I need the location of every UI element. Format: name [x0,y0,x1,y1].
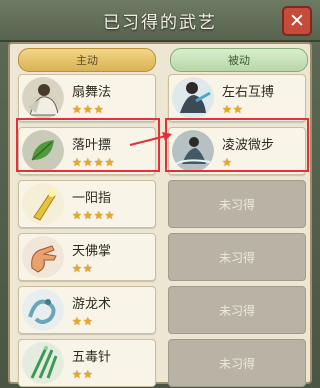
star-icon: ★ [72,262,82,275]
dual-fighter-icon [172,77,214,119]
star-icon: ★ [104,209,115,222]
dragon-icon [22,289,64,331]
skill-name: 一阳指 [72,191,112,206]
tab-active[interactable]: 主动 [18,48,156,72]
close-icon: ✕ [289,9,305,32]
star-icon: ★ [72,156,82,169]
passive-skill-card[interactable]: 凌波微步 ★ [168,127,306,175]
passive-skills-column: 被动 [170,48,308,72]
star-icon: ★ [222,156,232,169]
skill-info: 天佛掌 ★ ★ [72,240,111,274]
golden-finger-icon [22,183,64,225]
skill-info: 一阳指 ★ ★ ★ ★ [72,187,115,221]
star-rating: ★ ★ [72,263,111,274]
poison-needle-icon [22,342,64,384]
leaf-icon [22,130,64,172]
star-icon: ★ [104,156,115,169]
star-rating: ★ ★ [72,316,111,327]
star-rating: ★ ★ ★ ★ [72,210,115,221]
active-skills-column: 主动 [18,48,156,72]
skill-name: 凌波微步 [222,138,275,153]
active-skill-card[interactable]: 天佛掌 ★ ★ [18,233,156,281]
passive-slot-empty: 未习得 [168,286,306,334]
active-skill-card[interactable]: 一阳指 ★ ★ ★ ★ [18,180,156,228]
light-step-icon [172,130,214,172]
skill-name: 落叶摽 [72,138,112,153]
passive-skill-card[interactable]: 左右互搏 ★ ★ [168,74,306,122]
star-icon: ★ [72,103,82,116]
skill-name: 扇舞法 [72,85,112,100]
passive-slot-empty: 未习得 [168,233,306,281]
empty-slot-label: 未习得 [218,356,255,371]
star-rating: ★ ★ [72,369,111,380]
panel-title: 已习得的武艺 [103,12,217,33]
skill-info: 左右互搏 ★ ★ [222,81,274,115]
star-icon: ★ [222,103,232,116]
tab-passive[interactable]: 被动 [170,48,308,72]
skill-info: 凌波微步 ★ [222,134,274,168]
skill-info: 游龙术 ★ ★ [72,293,111,327]
star-icon: ★ [93,156,104,169]
palm-icon [22,236,64,278]
star-icon: ★ [82,156,93,169]
star-icon: ★ [82,103,93,116]
star-icon: ★ [93,103,104,116]
skill-name: 左右互搏 [222,85,275,100]
star-rating: ★ ★ ★ ★ [72,157,115,168]
star-icon: ★ [72,209,82,222]
panel-header: 已习得的武艺 ✕ [0,0,320,42]
active-skill-card[interactable]: 五毒针 ★ ★ [18,339,156,387]
star-icon: ★ [82,368,93,381]
skill-name: 游龙术 [72,297,112,312]
skill-name: 天佛掌 [72,244,112,259]
tab-active-label: 主动 [76,54,98,67]
star-icon: ★ [82,209,93,222]
star-rating: ★ ★ [222,104,274,115]
tab-passive-label: 被动 [228,54,250,67]
passive-slot-empty: 未习得 [168,180,306,228]
empty-slot-label: 未习得 [218,303,255,318]
close-button[interactable]: ✕ [282,6,312,36]
empty-slot-label: 未习得 [218,197,255,212]
empty-slot-label: 未习得 [218,250,255,265]
star-rating: ★ [222,157,274,168]
star-icon: ★ [72,315,82,328]
star-icon: ★ [72,368,82,381]
skills-panel: 已习得的武艺 ✕ 主动 被动 扇舞法 ★ ★ ★ 落叶摽 ★ ★ ★ ★ 一阳指 ★ ★ ★ ★ 天佛掌 ★ ★… [0,0,320,388]
passive-slot-empty: 未习得 [168,339,306,387]
skill-info: 扇舞法 ★ ★ ★ [72,81,111,115]
star-icon: ★ [82,315,93,328]
fan-dancer-icon [22,77,64,119]
arrow-icon [129,132,172,146]
star-rating: ★ ★ ★ [72,104,111,115]
star-icon: ★ [232,103,243,116]
active-skill-card[interactable]: 游龙术 ★ ★ [18,286,156,334]
active-skill-card[interactable]: 扇舞法 ★ ★ ★ [18,74,156,122]
skill-name: 五毒针 [72,350,112,365]
skills-board: 主动 被动 扇舞法 ★ ★ ★ 落叶摽 ★ ★ ★ ★ 一阳指 ★ ★ ★ ★ 天佛掌 ★ ★ 游龙术 ★ ★ 五毒针 ★… [8,42,312,387]
star-icon: ★ [93,209,104,222]
skill-info: 落叶摽 ★ ★ ★ ★ [72,134,115,168]
skill-info: 五毒针 ★ ★ [72,346,111,380]
star-icon: ★ [82,262,93,275]
